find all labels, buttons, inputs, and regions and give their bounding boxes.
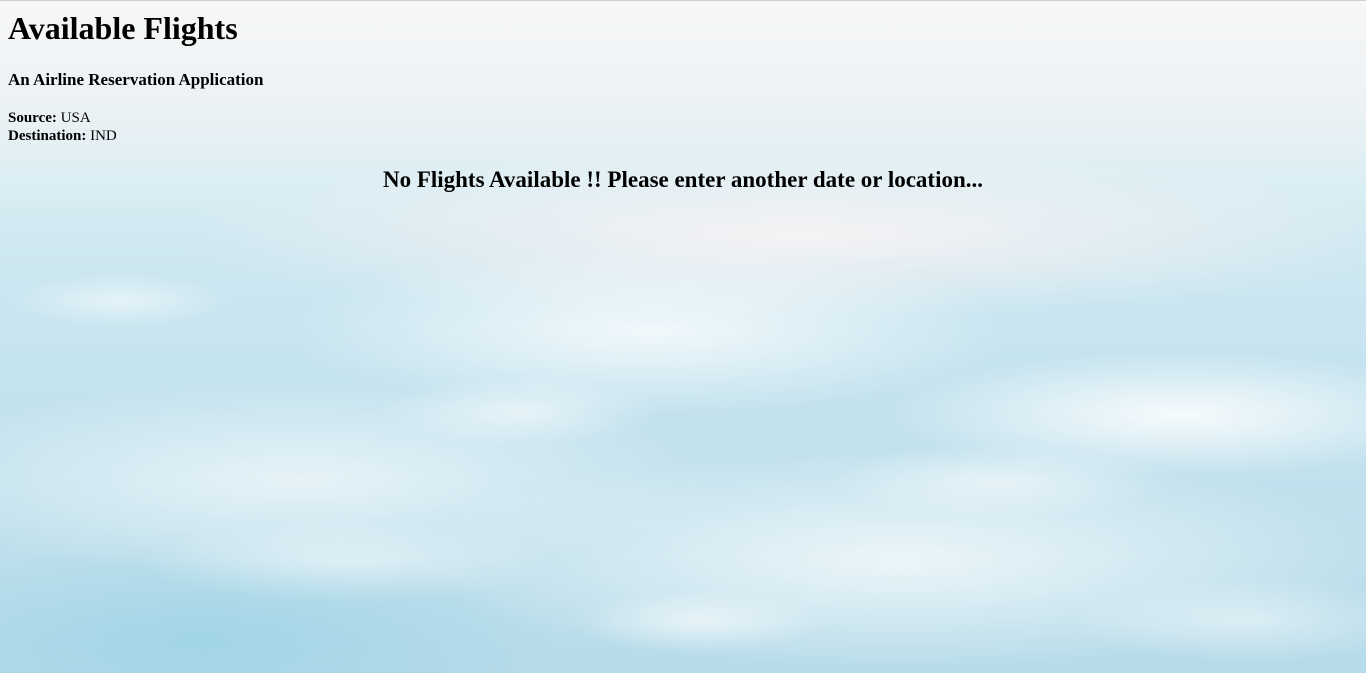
source-value: USA bbox=[60, 110, 91, 126]
destination-value: IND bbox=[90, 128, 117, 144]
cloud-background bbox=[0, 1, 1366, 673]
source-row: Source: USA bbox=[8, 109, 117, 127]
destination-label: Destination: bbox=[8, 128, 87, 144]
no-flights-message: No Flights Available !! Please enter ano… bbox=[382, 167, 984, 192]
route-info: Source: USA Destination: IND bbox=[8, 109, 117, 145]
destination-row: Destination: IND bbox=[8, 127, 117, 145]
source-label: Source: bbox=[8, 110, 57, 126]
page-subtitle: An Airline Reservation Application bbox=[8, 70, 264, 89]
page-content: Available Flights An Airline Reservation… bbox=[0, 1, 1366, 192]
